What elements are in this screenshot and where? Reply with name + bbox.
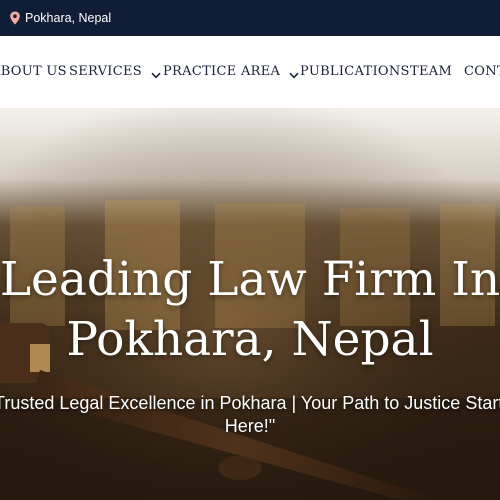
nav-item-practice-area[interactable]: PRACTICE AREA: [163, 64, 299, 79]
hero-subtitle: "Trusted Legal Excellence in Pokhara | Y…: [0, 392, 500, 438]
nav-item-services[interactable]: SERVICES: [69, 64, 161, 79]
nav-item-about-us[interactable]: ABOUT US: [0, 64, 67, 79]
chevron-down-icon: [289, 68, 299, 79]
hero-title: Leading Law Firm In Pokhara, Nepal: [0, 250, 500, 370]
nav-item-label: ABOUT US: [0, 64, 67, 79]
hero-subtitle-line-1: "Trusted Legal Excellence in Pokhara | Y…: [0, 393, 500, 413]
hero-subtitle-line-2: Here!": [224, 416, 276, 436]
nav-item-publications[interactable]: PUBLICATIONS: [300, 64, 410, 79]
chevron-down-icon: [151, 68, 161, 79]
hero-title-line-2: Pokhara, Nepal: [66, 312, 434, 367]
nav-item-label: SERVICES: [69, 64, 142, 79]
nav-item-label: CONTACT: [464, 64, 500, 79]
nav-item-label: PUBLICATIONS: [300, 64, 410, 79]
nav-item-team[interactable]: TEAM: [410, 64, 452, 79]
location-text[interactable]: Pokhara, Nepal: [25, 11, 111, 25]
main-navigation: ABOUT US SERVICES PRACTICE AREA PUBLICAT…: [0, 36, 500, 108]
map-pin-icon: [9, 11, 21, 25]
hero-section: Leading Law Firm In Pokhara, Nepal "Trus…: [0, 108, 500, 500]
hero-title-line-1: Leading Law Firm In: [0, 252, 500, 307]
nav-item-label: TEAM: [410, 64, 453, 79]
top-info-bar: Pokhara, Nepal: [0, 0, 500, 36]
nav-item-contact[interactable]: CONTACT: [464, 64, 500, 79]
nav-item-label: PRACTICE AREA: [163, 64, 281, 79]
